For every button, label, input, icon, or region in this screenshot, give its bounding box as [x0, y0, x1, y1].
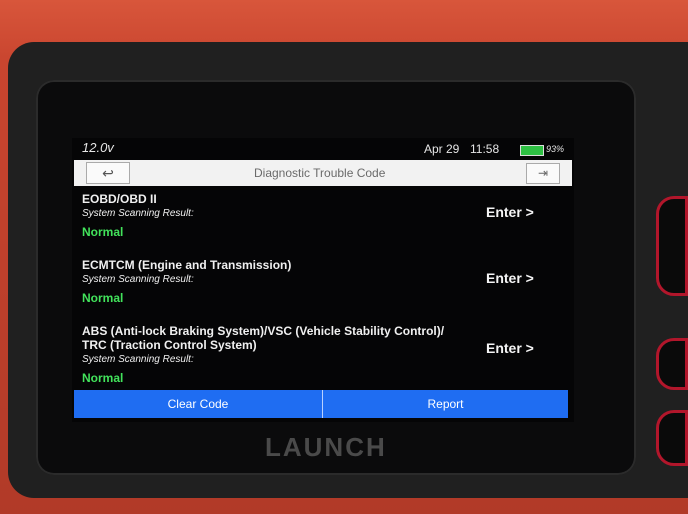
scan-result-status: Normal [82, 291, 124, 305]
system-name: EOBD/OBD II [82, 192, 157, 206]
scan-result-label: System Scanning Result: [82, 274, 194, 285]
back-arrow-icon: ↩ [102, 165, 114, 181]
bottom-action-bar: Clear Code Report [74, 390, 568, 418]
side-hardware-button-lower[interactable] [656, 410, 688, 466]
scan-result-label: System Scanning Result: [82, 208, 194, 219]
enter-button[interactable]: Enter > [486, 270, 534, 286]
system-item-abs[interactable]: ABS (Anti-lock Braking System)/VSC (Vehi… [82, 324, 552, 385]
system-item-eobd[interactable]: EOBD/OBD II System Scanning Result: Norm… [82, 192, 552, 239]
scan-result-status: Normal [82, 225, 124, 239]
device-screen: 12.0v Apr 29 11:58 93% ↩ Diagnostic Trou… [72, 138, 574, 422]
exit-icon: ⇥ [537, 166, 549, 180]
voltage-readout: 12.0v [82, 140, 114, 155]
system-name-line2: TRC (Traction Control System) [82, 338, 257, 352]
title-bar: ↩ Diagnostic Trouble Code ⇥ [74, 160, 572, 186]
time-label: 11:58 [470, 142, 500, 156]
back-button[interactable]: ↩ [86, 162, 130, 184]
scan-result-status: Normal [82, 371, 124, 385]
system-name: ECMTCM (Engine and Transmission) [82, 258, 292, 272]
enter-button[interactable]: Enter > [486, 340, 534, 356]
system-item-ecmtcm[interactable]: ECMTCM (Engine and Transmission) System … [82, 258, 552, 305]
battery-icon [520, 145, 544, 156]
clear-code-button[interactable]: Clear Code [74, 390, 323, 418]
brand-logo: LAUNCH [265, 432, 387, 462]
exit-button[interactable]: ⇥ [526, 163, 560, 184]
system-name: ABS (Anti-lock Braking System)/VSC (Vehi… [82, 324, 445, 338]
report-button[interactable]: Report [323, 390, 568, 418]
side-hardware-button-upper[interactable] [656, 196, 688, 296]
date-label: Apr 29 [424, 142, 460, 156]
scan-result-label: System Scanning Result: [82, 354, 194, 365]
enter-button[interactable]: Enter > [486, 204, 534, 220]
page-title: Diagnostic Trouble Code [254, 166, 386, 180]
side-hardware-button-middle[interactable] [656, 338, 688, 390]
status-bar: 12.0v Apr 29 11:58 93% [72, 138, 574, 158]
battery-percent: 93% [546, 144, 565, 154]
